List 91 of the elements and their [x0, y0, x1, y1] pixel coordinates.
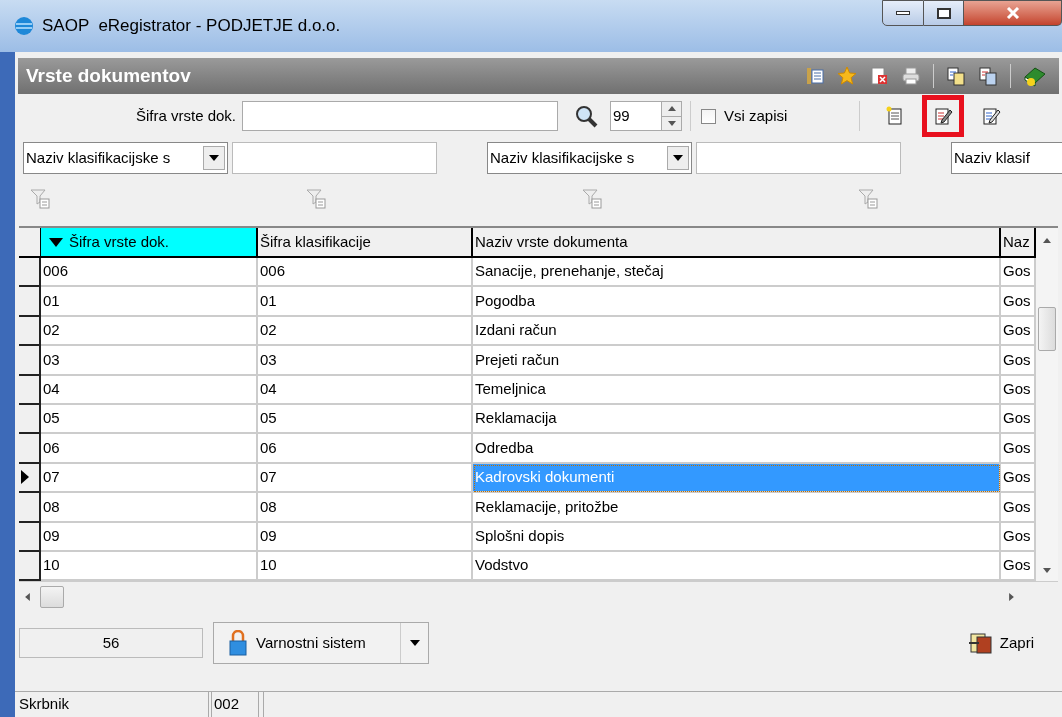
table-cell: 05 — [41, 404, 258, 435]
dropdown-caret-icon — [409, 640, 420, 647]
copy-icon[interactable] — [946, 66, 966, 86]
edit-document-icon — [981, 106, 1002, 126]
table-cell: Pogodba — [473, 287, 1001, 317]
scroll-left-icon[interactable] — [25, 592, 30, 601]
row-indicator[interactable] — [19, 258, 41, 288]
scroll-thumb[interactable] — [1038, 307, 1056, 351]
row-indicator[interactable] — [19, 287, 41, 317]
table-cell: 01 — [41, 287, 258, 317]
dropdown-caret-icon — [209, 155, 219, 161]
table-cell: Reklamacije, pritožbe — [473, 493, 1001, 523]
window-title: SAOP eRegistrator - PODJETJE d.o.o. — [42, 15, 341, 38]
search-icon[interactable] — [574, 104, 598, 128]
copy-icon[interactable] — [978, 66, 998, 86]
table-cell: 03 — [258, 346, 473, 376]
table-cell: 08 — [258, 493, 473, 523]
status-user: Skrbnik — [15, 692, 209, 717]
code-search-field[interactable] — [242, 101, 558, 131]
close-button[interactable] — [964, 0, 1062, 26]
table-cell: 02 — [258, 316, 473, 347]
maximize-button[interactable] — [924, 0, 964, 26]
door-icon — [967, 631, 994, 656]
column-select[interactable]: Naziv klasifikacijske s — [487, 142, 692, 174]
row-indicator[interactable] — [19, 346, 41, 376]
table-cell: 04 — [258, 375, 473, 405]
app-logo-icon — [14, 16, 34, 36]
scroll-down-icon[interactable] — [1043, 568, 1051, 574]
status-code: 002 — [211, 692, 259, 717]
current-row-icon — [21, 470, 29, 485]
table-cell: 03 — [41, 346, 258, 376]
table-cell: Reklamacija — [473, 404, 1001, 435]
row-indicator[interactable] — [19, 404, 41, 435]
close-icon — [1005, 7, 1020, 19]
row-indicator[interactable] — [19, 316, 41, 347]
column-select[interactable]: Naziv klasif — [951, 142, 1062, 174]
table-cell: 08 — [41, 493, 258, 523]
column-select[interactable]: Naziv klasifikacijske s — [23, 142, 228, 174]
printer-icon[interactable] — [901, 66, 921, 86]
table-cell: 04 — [41, 375, 258, 405]
scroll-thumb[interactable] — [40, 585, 64, 608]
all-records-checkbox[interactable] — [701, 108, 716, 124]
delete-document-icon[interactable] — [869, 66, 889, 86]
table-cell: Izdani račun — [473, 316, 1001, 347]
table-cell: Kadrovski dokumenti — [473, 463, 1001, 494]
row-indicator[interactable] — [19, 493, 41, 523]
close-panel-button[interactable]: Zapri — [967, 631, 1034, 656]
table-cell: 09 — [258, 522, 473, 552]
table-cell: 09 — [41, 522, 258, 552]
panel-title: Vrste dokumentov — [26, 63, 191, 88]
minimize-button[interactable] — [882, 0, 924, 26]
edit-document-icon — [933, 106, 954, 126]
field-label: Šifra vrste dok. — [134, 105, 237, 126]
table-cell: Sanacije, prenehanje, stečaj — [473, 258, 1001, 288]
column-header[interactable]: Šifra klasifikacije — [258, 228, 473, 256]
row-indicator[interactable] — [19, 463, 41, 494]
column-header[interactable]: Šifra vrste dok. — [41, 228, 258, 256]
table-cell: 07 — [41, 463, 258, 494]
row-indicator[interactable] — [19, 434, 41, 464]
table-cell: Prejeti račun — [473, 346, 1001, 376]
row-indicator[interactable] — [19, 551, 41, 582]
row-indicator[interactable] — [19, 375, 41, 405]
dropdown-caret-icon — [673, 155, 683, 161]
count-spinner[interactable]: 99 — [610, 101, 682, 131]
table-cell: 06 — [41, 434, 258, 464]
spin-up-icon[interactable] — [667, 106, 676, 112]
sort-descending-icon — [49, 237, 63, 247]
spin-down-icon[interactable] — [667, 120, 676, 126]
toolbar-button[interactable] — [922, 95, 965, 137]
column-header[interactable]: Naziv vrste dokumenta — [473, 228, 1001, 256]
table-cell: 02 — [41, 316, 258, 347]
table-cell: 06 — [258, 434, 473, 464]
record-count: 56 — [19, 628, 203, 659]
checkbox-label: Vsi zapisi — [724, 105, 788, 126]
filter-value-field[interactable] — [232, 142, 437, 174]
star-icon[interactable] — [837, 66, 857, 86]
scroll-up-icon[interactable] — [1043, 238, 1051, 243]
row-indicator[interactable] — [19, 522, 41, 552]
table-cell: Temeljnica — [473, 375, 1001, 405]
filter-value-field[interactable] — [696, 142, 901, 174]
list-icon[interactable] — [805, 66, 825, 86]
table-cell: 01 — [258, 287, 473, 317]
table-cell: 006 — [41, 258, 258, 288]
padlock-icon — [228, 630, 248, 657]
vertical-scrollbar[interactable] — [1036, 228, 1058, 582]
table-cell: 05 — [258, 404, 473, 435]
table-cell: 006 — [258, 258, 473, 288]
help-book-icon[interactable] — [1023, 65, 1047, 87]
table-cell: Splošni dopis — [473, 522, 1001, 552]
scroll-right-icon[interactable] — [1009, 592, 1014, 601]
security-split-button[interactable]: Varnostni sistem — [213, 622, 429, 665]
